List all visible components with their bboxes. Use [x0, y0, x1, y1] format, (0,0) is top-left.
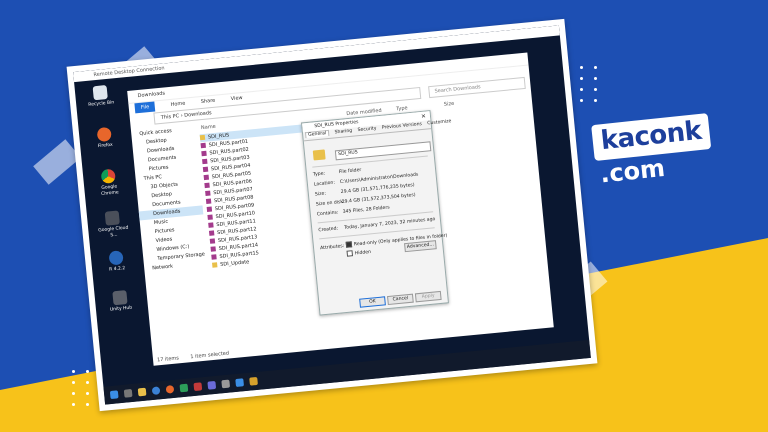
ribbon-tab-share[interactable]: Share [201, 98, 216, 105]
tab-customize[interactable]: Customize [427, 119, 451, 126]
cancel-button[interactable]: Cancel [387, 293, 414, 306]
start-icon[interactable] [109, 390, 119, 400]
folder-icon [212, 262, 218, 268]
rar-archive-icon [203, 174, 210, 181]
column-size[interactable]: Size [444, 100, 455, 110]
ok-button[interactable]: OK [359, 296, 386, 308]
explorer-taskbar-icon[interactable] [137, 387, 147, 397]
rar-archive-icon [209, 238, 216, 244]
ribbon-tab-home[interactable]: Home [170, 101, 185, 108]
status-item-count: 17 items [156, 355, 180, 364]
app-taskbar-icon[interactable] [179, 383, 189, 393]
desktop-icon-firefox[interactable]: Firefox [87, 126, 123, 151]
file-explorer-window: Downloads File Home Share View This PC ›… [127, 52, 554, 366]
folder-icon [199, 134, 206, 141]
search-icon[interactable] [123, 388, 133, 398]
app-taskbar-icon[interactable] [221, 379, 231, 389]
hidden-checkbox[interactable] [346, 250, 354, 257]
screenshot-photo-frame: Remote Desktop Connection Recycle Bin Fi… [66, 18, 598, 412]
tab-previous-versions[interactable]: Previous Versions [382, 122, 422, 131]
hidden-row: Hidden [346, 248, 371, 257]
desktop-icon-google-cloud[interactable]: Google Cloud S... [95, 209, 132, 240]
column-name[interactable]: Name [201, 123, 217, 133]
tab-sharing[interactable]: Sharing [334, 129, 352, 136]
apply-button[interactable]: Apply [414, 290, 442, 303]
created-row: Created: Today, January 7, 2023, 32 minut… [318, 217, 436, 234]
app-taskbar-icon[interactable] [235, 378, 245, 387]
desktop-icon-r[interactable]: R 4.2.2 [99, 249, 135, 274]
rar-archive-icon [205, 190, 211, 197]
chrome-icon [100, 168, 116, 184]
tab-general[interactable]: General [304, 129, 330, 139]
status-selected-count: 1 item selected [190, 350, 230, 361]
folder-icon [312, 149, 326, 161]
r-logo-icon [108, 250, 124, 266]
recycle-bin-icon [92, 85, 108, 101]
unity-icon [112, 290, 128, 306]
status-bar: 17 items 1 item selected [157, 351, 229, 364]
ribbon-tab-file[interactable]: File [134, 101, 156, 114]
rar-archive-icon [208, 222, 214, 228]
firefox-taskbar-icon[interactable] [165, 384, 175, 394]
firefox-icon [96, 126, 112, 143]
rar-archive-icon [200, 142, 206, 149]
rar-archive-icon [201, 150, 207, 157]
close-icon[interactable]: × [421, 113, 427, 120]
rar-archive-icon [208, 230, 215, 236]
ribbon-tab-view[interactable]: View [231, 95, 243, 102]
desktop-icon-unity-hub[interactable]: Unity Hub [102, 289, 138, 314]
rar-archive-icon [211, 254, 217, 260]
rar-archive-icon [206, 206, 213, 212]
rar-archive-icon [202, 158, 208, 165]
remote-desktop-screen: Remote Desktop Connection Recycle Bin Fi… [73, 25, 591, 405]
properties-dialog: SDI_RUS Properties × General Sharing Sec… [300, 110, 452, 316]
terminal-icon [104, 210, 120, 226]
tab-security[interactable]: Security [357, 126, 376, 133]
type-row: Type: File folder [312, 167, 362, 178]
readonly-checkbox[interactable] [345, 241, 353, 248]
chrome-taskbar-icon[interactable] [151, 386, 161, 396]
app-taskbar-icon[interactable] [249, 376, 258, 386]
rar-archive-icon [204, 182, 210, 189]
divider [312, 155, 428, 168]
rar-archive-icon [205, 198, 212, 204]
rar-archive-icon [202, 166, 209, 173]
rar-archive-icon [210, 246, 216, 252]
desktop-icon-recycle-bin[interactable]: Recycle Bin [83, 84, 119, 109]
advanced-button[interactable]: Advanced... [404, 240, 437, 253]
app-taskbar-icon[interactable] [207, 380, 217, 390]
desktop-icon-chrome[interactable]: Google Chrome [91, 168, 128, 199]
app-taskbar-icon[interactable] [193, 382, 203, 392]
rar-archive-icon [207, 214, 213, 220]
